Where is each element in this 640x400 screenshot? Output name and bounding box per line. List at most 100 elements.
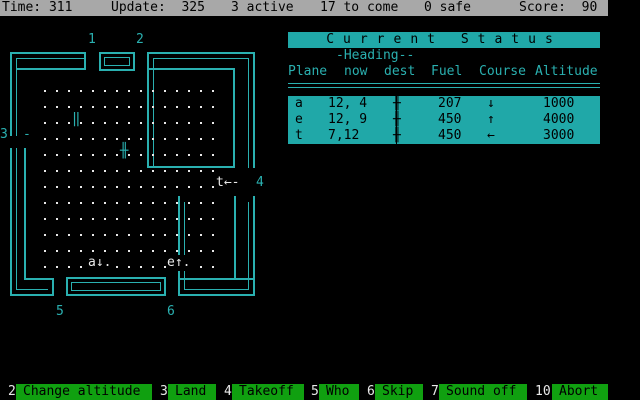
status-cell-course: ↑ <box>487 112 495 127</box>
grid-dot <box>104 170 106 172</box>
grid-dot <box>176 154 178 156</box>
grid-dot <box>176 122 178 124</box>
grid-dot <box>56 250 58 252</box>
airport-marker-b[interactable]: ╫ <box>120 143 128 159</box>
sound-off-button[interactable]: Sound off <box>439 384 527 400</box>
grid-dot <box>176 138 178 140</box>
grid-dot <box>212 202 214 204</box>
grid-dot <box>152 186 154 188</box>
grid-dot <box>200 186 202 188</box>
grid-dot <box>212 170 214 172</box>
grid-dot <box>80 250 82 252</box>
takeoff-button[interactable]: Takeoff <box>232 384 304 400</box>
grid-dot <box>116 170 118 172</box>
wall-top-middle-inner <box>104 57 130 66</box>
grid-dot <box>80 138 82 140</box>
col-plane: Plane <box>288 64 328 79</box>
grid-dot <box>164 186 166 188</box>
grid-dot <box>140 122 142 124</box>
grid-dot <box>164 266 166 268</box>
grid-dot <box>164 90 166 92</box>
grid-dot <box>56 138 58 140</box>
grid-dot <box>116 266 118 268</box>
status-row-e: e12, 9╫450↑4000 <box>288 112 600 128</box>
grid-dot <box>200 234 202 236</box>
grid-dot <box>56 122 58 124</box>
grid-dot <box>140 218 142 220</box>
plane-a[interactable]: a↓. <box>88 255 112 271</box>
grid-dot <box>140 170 142 172</box>
skip-button[interactable]: Skip <box>375 384 423 400</box>
header-rule-bottom <box>288 87 600 88</box>
grid-dot <box>152 138 154 140</box>
grid-dot <box>188 170 190 172</box>
grid-dot <box>68 154 70 156</box>
grid-dot <box>140 106 142 108</box>
grid-dot <box>104 122 106 124</box>
land-button[interactable]: Land <box>168 384 216 400</box>
grid-dot <box>116 154 118 156</box>
grid-dot <box>104 202 106 204</box>
grid-dot <box>164 234 166 236</box>
exit-6-label: 6 <box>167 304 175 319</box>
grid-dot <box>92 202 94 204</box>
change-altitude-button[interactable]: Change altitude <box>16 384 152 400</box>
grid-dot <box>68 266 70 268</box>
col-dest: dest <box>384 64 416 79</box>
grid-dot <box>104 138 106 140</box>
grid-dot <box>44 122 46 124</box>
grid-dot <box>92 138 94 140</box>
grid-dot <box>92 106 94 108</box>
grid-dot <box>44 234 46 236</box>
grid-dot <box>212 122 214 124</box>
grid-dot <box>116 250 118 252</box>
status-row-t: t7,12╫450←3000 <box>288 128 600 144</box>
current-status-title: Current Status <box>288 32 600 48</box>
status-row-a: a12, 4╫207↓1000 <box>288 96 600 112</box>
status-cell-course: ↓ <box>487 96 495 111</box>
wall-top-right-notch <box>147 68 235 168</box>
grid-dot <box>92 90 94 92</box>
grid-dot <box>56 266 58 268</box>
grid-dot <box>212 186 214 188</box>
plane-e[interactable]: e↑. <box>167 255 191 271</box>
grid-dot <box>176 218 178 220</box>
grid-dot <box>80 90 82 92</box>
grid-dot <box>188 154 190 156</box>
dest-column-divider <box>396 96 397 144</box>
grid-dot <box>92 250 94 252</box>
grid-dot <box>200 154 202 156</box>
grid-dot <box>212 234 214 236</box>
grid-dot <box>200 122 202 124</box>
grid-dot <box>104 250 106 252</box>
grid-dot <box>188 250 190 252</box>
exit-4-label: 4 <box>256 175 264 190</box>
col-fuel: Fuel <box>431 64 463 79</box>
grid-dot <box>140 202 142 204</box>
grid-dot <box>56 202 58 204</box>
grid-dot <box>44 170 46 172</box>
grid-dot <box>212 218 214 220</box>
airport-marker-a[interactable]: ‖ <box>72 111 80 127</box>
grid-dot <box>92 154 94 156</box>
grid-dot <box>176 202 178 204</box>
grid-dot <box>44 106 46 108</box>
grid-dot <box>56 106 58 108</box>
col-altitude: Altitude <box>535 64 598 79</box>
grid-dot <box>188 122 190 124</box>
grid-dot <box>188 202 190 204</box>
plane-t[interactable]: t←- <box>216 175 240 191</box>
status-cell-altitude: 4000 <box>543 112 575 127</box>
grid-dot <box>92 170 94 172</box>
fkey-2-num: 2 <box>8 384 16 400</box>
abort-button[interactable]: Abort <box>552 384 608 400</box>
who-button[interactable]: Who <box>319 384 359 400</box>
grid-dot <box>152 154 154 156</box>
grid-dot <box>200 170 202 172</box>
grid-dot <box>212 138 214 140</box>
grid-dot <box>104 90 106 92</box>
grid-dot <box>92 234 94 236</box>
grid-dot <box>128 90 130 92</box>
grid-dot <box>212 106 214 108</box>
grid-dot <box>80 234 82 236</box>
